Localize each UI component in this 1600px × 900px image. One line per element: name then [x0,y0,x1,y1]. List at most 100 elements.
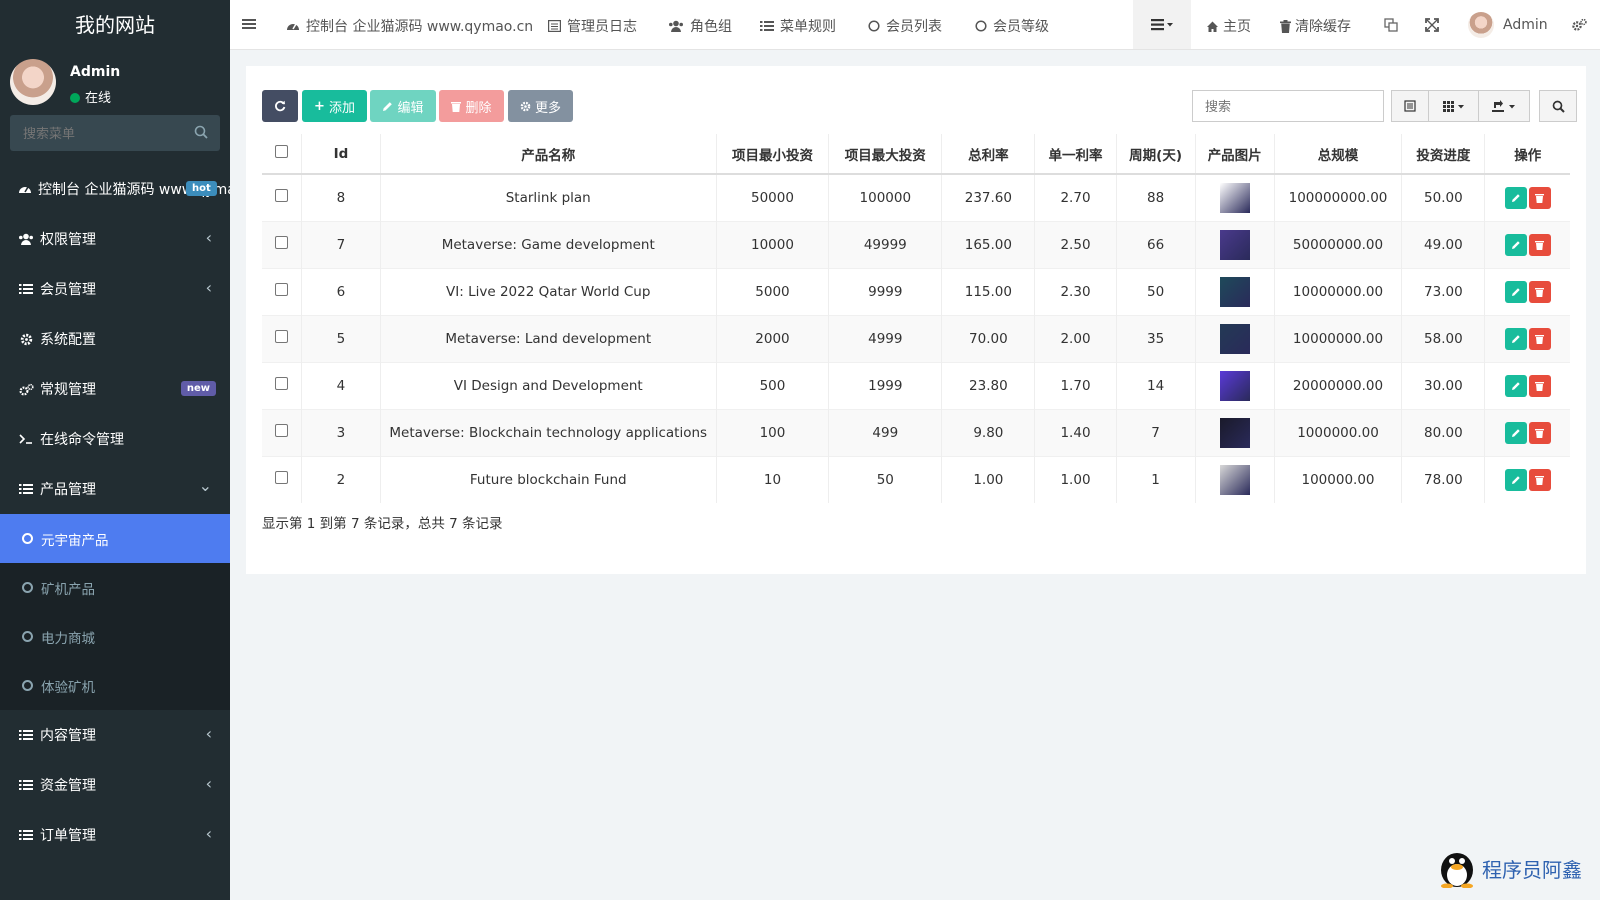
product-thumbnail[interactable] [1219,323,1250,354]
row-delete-button[interactable] [1528,186,1551,209]
column-header[interactable]: Id [301,134,381,175]
row-delete-button[interactable] [1528,280,1551,303]
product-thumbnail[interactable] [1219,276,1250,307]
refresh-button[interactable] [262,90,298,122]
product-thumbnail[interactable] [1219,417,1250,448]
row-checkbox[interactable] [275,236,289,249]
penguin-icon [1441,853,1473,888]
sidebar-item[interactable]: 内容管理 ‹ [0,710,230,760]
row-delete-button[interactable] [1528,233,1551,256]
row-checkbox[interactable] [275,330,289,343]
row-checkbox[interactable] [275,189,289,203]
sidebar-item[interactable]: 会员管理 ‹ [0,264,230,314]
row-delete-button[interactable] [1528,327,1551,350]
home-link[interactable]: 主页 [1206,16,1251,36]
column-header[interactable]: 项目最大投资 [828,134,942,175]
column-header[interactable]: 操作 [1484,134,1570,175]
table-row[interactable]: 6 VI: Live 2022 Qatar World Cup 5000 9999 11… [262,267,1570,315]
cell-scale: 1000000.00 [1273,408,1402,456]
column-header[interactable]: 总规模 [1273,134,1402,175]
nav-tab[interactable]: 菜单规则 [760,16,836,36]
column-header[interactable]: 项目最小投资 [715,134,829,175]
nav-menu-toggle[interactable] [1133,0,1191,49]
topbar: 控制台 企业猫源码 www.qymao.cn 管理员日志 角色组 菜单规则 会员列表 会员… [230,0,1600,50]
table-row[interactable]: 8 Starlink plan 50000 100000 237.60 2.70 88 100… [262,173,1570,221]
row-edit-button[interactable] [1504,186,1527,209]
fullscreen-icon[interactable] [1425,18,1439,32]
nav-tab[interactable]: 角色组 [668,16,732,36]
toggle-view-button[interactable] [1391,90,1429,122]
sidebar-item[interactable]: 系统配置 [0,314,230,364]
nav-tab[interactable]: 管理员日志 [548,16,637,36]
columns-button[interactable] [1428,90,1479,122]
trash-icon [1535,381,1545,391]
sidebar-item[interactable]: 订单管理 ‹ [0,810,230,860]
cell-scale: 50000000.00 [1273,220,1402,268]
clear-cache-button[interactable]: 清除缓存 [1280,16,1351,36]
cell-scale: 10000000.00 [1273,267,1402,315]
table-row[interactable]: 7 Metaverse: Game development 10000 49999 16… [262,220,1570,268]
column-header[interactable]: 产品图片 [1194,134,1275,175]
sidebar-item[interactable]: 控制台 企业猫源码 www.qymao.cnhot [0,164,230,214]
sidebar-toggle[interactable] [242,17,256,31]
site-logo[interactable]: 我的网站 [0,0,230,50]
export-button[interactable] [1478,90,1530,122]
column-header[interactable]: 总利率 [941,134,1035,175]
add-button[interactable]: + 添加 [302,90,367,122]
product-thumbnail[interactable] [1219,229,1250,260]
row-edit-button[interactable] [1504,327,1527,350]
sidebar-item[interactable]: 资金管理 ‹ [0,760,230,810]
table-row[interactable]: 3 Metaverse: Blockchain technology applic… [262,408,1570,456]
column-header[interactable]: 产品名称 [379,134,717,175]
row-edit-button[interactable] [1504,468,1527,491]
table-row[interactable]: 5 Metaverse: Land development 2000 4999 70.0… [262,314,1570,362]
sidebar-item[interactable]: 权限管理 ‹ [0,214,230,264]
table-row[interactable]: 2 Future blockchain Fund 10 50 1.00 1.00 1 1000… [262,455,1570,503]
edit-button[interactable]: 编辑 [370,90,436,122]
submenu-item[interactable]: 元宇宙产品 [0,514,230,563]
cell-max: 1999 [828,361,942,409]
row-delete-button[interactable] [1528,374,1551,397]
row-checkbox[interactable] [275,424,289,437]
row-edit-button[interactable] [1504,421,1527,444]
row-edit-button[interactable] [1504,280,1527,303]
admin-menu[interactable]: Admin [1468,12,1548,38]
nav-tab[interactable]: 控制台 企业猫源码 www.qymao.cn [286,16,533,36]
row-checkbox[interactable] [275,377,289,390]
row-checkbox[interactable] [275,471,289,485]
table-row[interactable]: 4 VI Design and Development 500 1999 23.80 1.… [262,361,1570,409]
sidebar-item[interactable]: 在线命令管理 [0,414,230,464]
row-checkbox[interactable] [275,283,289,296]
translate-icon[interactable] [1384,18,1398,32]
submenu-item[interactable]: 矿机产品 [0,563,230,612]
sidebar-item[interactable]: 产品管理 ⌄ [0,464,230,514]
trash-icon [1535,240,1545,250]
delete-button[interactable]: 删除 [439,90,504,122]
column-header[interactable]: 投资进度 [1401,134,1485,175]
table-search-input[interactable] [1193,91,1383,121]
column-header[interactable]: 单一利率 [1034,134,1117,175]
row-edit-button[interactable] [1504,233,1527,256]
row-delete-button[interactable] [1528,421,1551,444]
search-icon[interactable] [194,125,208,139]
row-delete-button[interactable] [1528,468,1551,491]
product-thumbnail[interactable] [1219,182,1250,213]
nav-tab[interactable]: 会员等级 [975,16,1049,36]
column-header[interactable]: 周期(天) [1115,134,1196,175]
product-thumbnail[interactable] [1219,464,1250,495]
submenu-item[interactable]: 体验矿机 [0,661,230,710]
product-thumbnail[interactable] [1219,370,1250,401]
more-button[interactable]: 更多 [508,90,573,122]
sidebar-item[interactable]: 常规管理 new [0,364,230,414]
select-all-checkbox[interactable] [275,145,289,158]
settings-icon[interactable] [1572,18,1587,32]
search-button[interactable] [1539,90,1577,122]
nav-tab[interactable]: 会员列表 [868,16,942,36]
row-edit-button[interactable] [1504,374,1527,397]
chevron-left-icon: ‹ [205,724,212,743]
export-icon [1492,100,1515,112]
cell-id: 4 [301,361,381,409]
cell-rate: 2.30 [1034,267,1117,315]
menu-search-input[interactable] [10,115,220,151]
submenu-item[interactable]: 电力商城 [0,612,230,661]
